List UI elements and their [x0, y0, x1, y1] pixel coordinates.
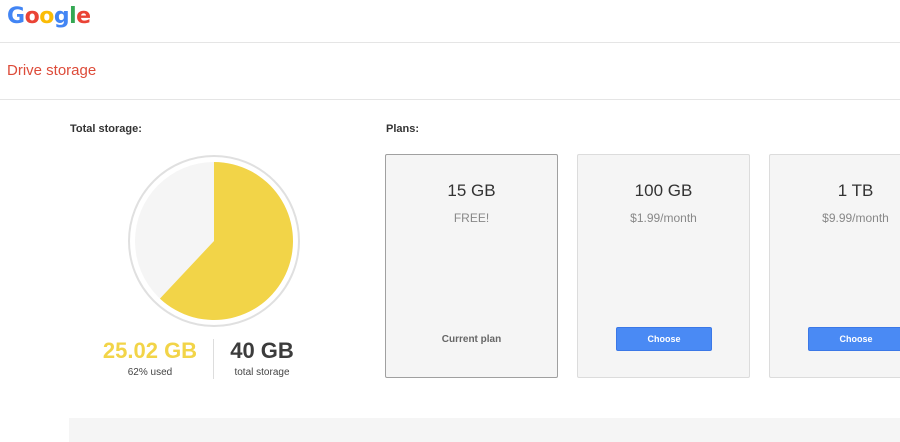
- used-storage-value: 25.02 GB: [102, 338, 198, 363]
- logo-letter: G: [7, 4, 25, 29]
- bottom-panel: [69, 418, 900, 442]
- choose-100gb-button[interactable]: Choose: [616, 327, 712, 351]
- choose-1tb-button[interactable]: Choose: [808, 327, 900, 351]
- plan-size: 1 TB: [837, 181, 874, 200]
- plans-label: Plans:: [386, 123, 420, 135]
- total-storage-value: 40 GB: [230, 338, 294, 363]
- logo-letter: g: [53, 4, 70, 29]
- plan-price: FREE!: [453, 211, 490, 225]
- current-plan-label: Current plan: [441, 334, 502, 345]
- storage-divider: [213, 339, 214, 379]
- plan-card-100gb: 100 GB $1.99/month Choose: [577, 154, 750, 378]
- storage-pie-svg: [128, 155, 300, 327]
- storage-pie-chart: [127, 154, 301, 328]
- page-title: Drive storage: [7, 62, 97, 79]
- plan-price: $9.99/month: [822, 211, 889, 225]
- logo-letter: l: [69, 4, 77, 29]
- plan-price: $1.99/month: [630, 211, 697, 225]
- plan-card-1tb: 1 TB $9.99/month Choose: [769, 154, 900, 378]
- plan-card-15gb: 15 GB FREE! Current plan: [385, 154, 558, 378]
- plan-size: 100 GB: [634, 181, 693, 200]
- total-storage-label: Total storage:: [70, 123, 142, 135]
- logo-letter: o: [24, 4, 40, 29]
- logo-letter: e: [76, 4, 91, 29]
- plan-size: 15 GB: [447, 181, 496, 200]
- logo-letter: o: [39, 4, 54, 29]
- total-storage-caption: total storage: [234, 367, 290, 378]
- google-logo[interactable]: Google: [7, 4, 91, 29]
- section-header: Drive storage: [0, 43, 900, 100]
- top-bar: Google: [0, 0, 900, 43]
- used-percent-caption: 62% used: [127, 367, 173, 378]
